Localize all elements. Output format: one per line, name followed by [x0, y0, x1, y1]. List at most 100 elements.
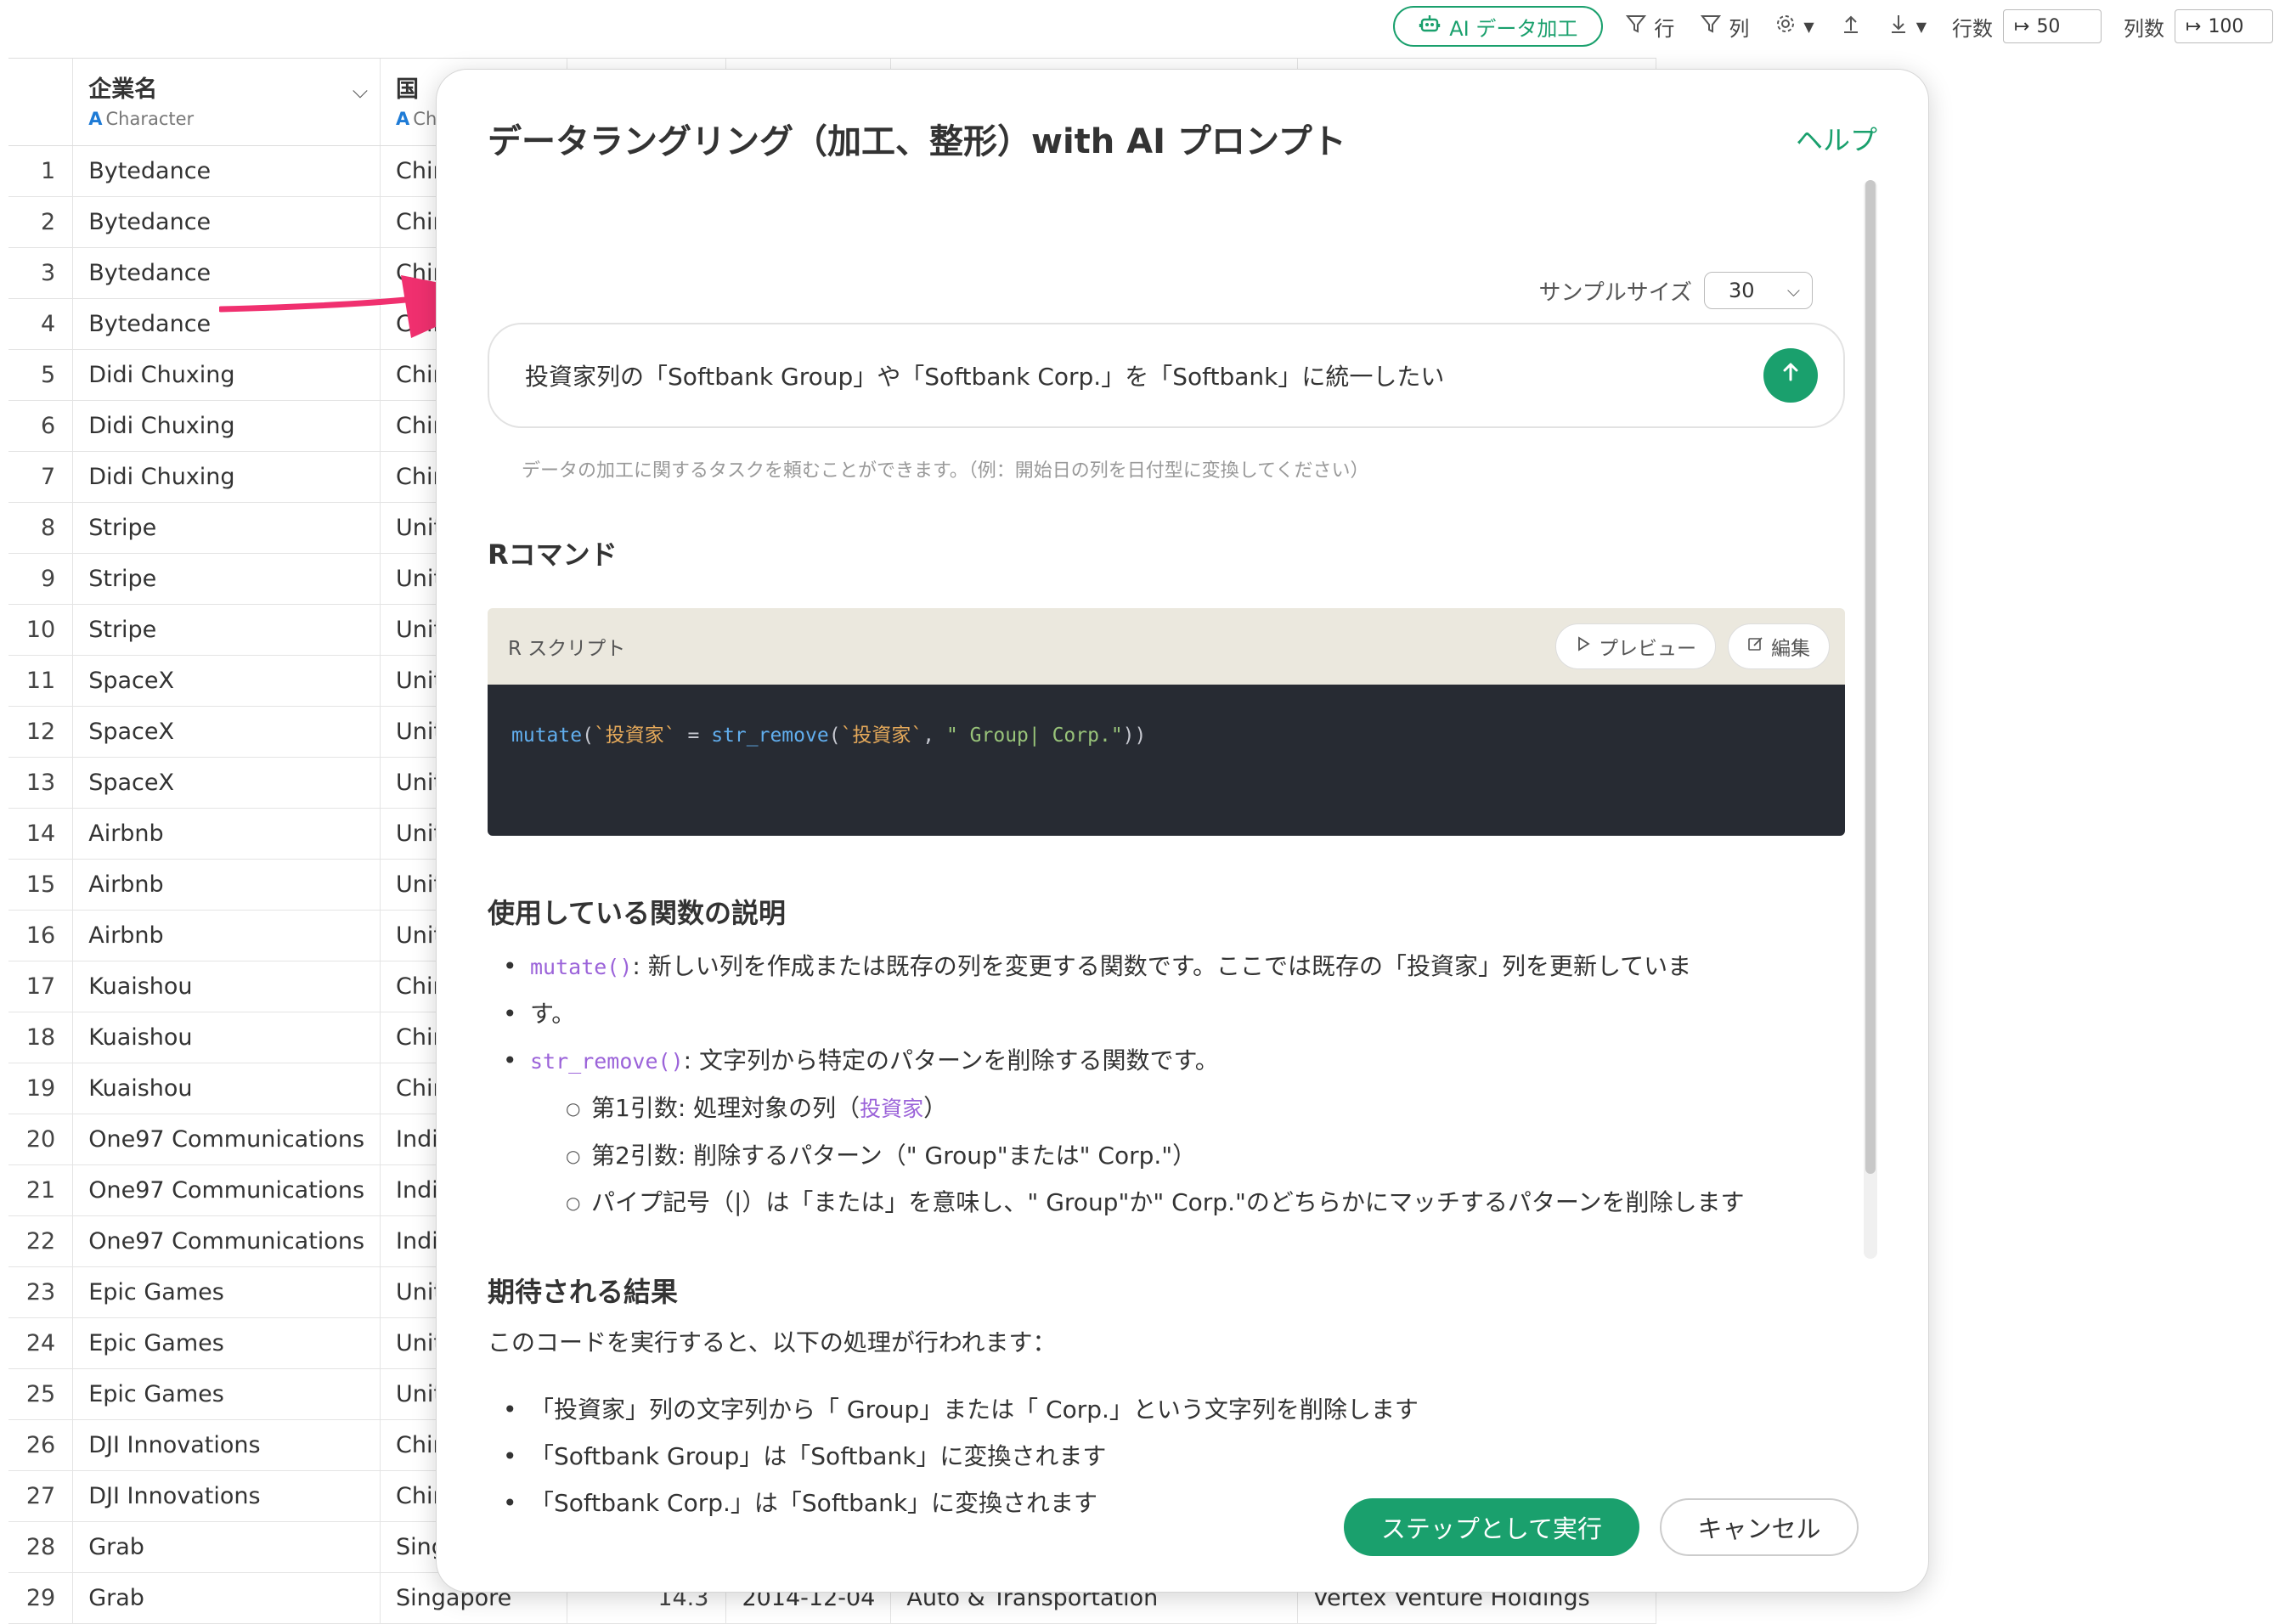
row-number: 12 [8, 706, 74, 758]
row-number: 20 [8, 1114, 74, 1165]
column-count-label: 列数 [2124, 16, 2164, 41]
ai-data-processing-button[interactable]: AI データ加工 [1393, 6, 1604, 47]
column-filter-button[interactable]: 列 [1700, 12, 1749, 42]
function-explanation-heading: 使用している関数の説明 [488, 897, 787, 929]
row-count-label: 行数 [1952, 16, 1993, 41]
cell-company[interactable]: Didi Chuxing [72, 349, 381, 401]
code-token: mutate [511, 725, 583, 747]
cell-company[interactable]: Didi Chuxing [72, 400, 381, 452]
cell-company[interactable]: Kuaishou [72, 1063, 381, 1114]
row-number: 18 [8, 1012, 74, 1063]
expected-result-intro: このコードを実行すると、以下の処理が行われます： [488, 1328, 1057, 1356]
function-description: す。 [530, 1000, 576, 1028]
row-filter-label: 行 [1654, 16, 1675, 41]
argument-code: 投資家 [860, 1097, 924, 1121]
run-as-step-button[interactable]: ステップとして実行 [1344, 1498, 1639, 1556]
prompt-input[interactable]: 投資家列の「Softbank Group」や「Softbank Corp.」を「… [488, 323, 1845, 428]
sample-size-select[interactable]: 30 ⌵ [1704, 272, 1813, 309]
cell-company[interactable]: DJI Innovations [72, 1419, 381, 1471]
cell-company[interactable]: Bytedance [72, 145, 381, 197]
cell-company[interactable]: Didi Chuxing [72, 451, 381, 503]
code-token: " Group| Corp." [945, 725, 1123, 747]
filter-icon [1625, 13, 1647, 41]
row-number: 3 [8, 247, 74, 299]
cell-company[interactable]: Kuaishou [72, 961, 381, 1012]
cell-company[interactable]: Stripe [72, 604, 381, 656]
row-number: 29 [8, 1572, 74, 1624]
list-item: 「Softbank Group」は「Softbank」に変換されます [503, 1433, 1419, 1480]
cell-company[interactable]: SpaceX [72, 655, 381, 707]
row-number: 14 [8, 808, 74, 860]
cell-company[interactable]: Grab [72, 1572, 381, 1624]
list-item: 「Softbank Corp.」は「Softbank」に変換されます [503, 1480, 1419, 1522]
column-count-input[interactable]: ↦ 100 [2175, 9, 2273, 43]
row-number: 24 [8, 1317, 74, 1369]
cell-company[interactable]: One97 Communications [72, 1114, 381, 1165]
robot-icon [1419, 13, 1441, 40]
send-button[interactable] [1763, 348, 1818, 403]
function-name: str_remove() [530, 1049, 684, 1074]
settings-dropdown[interactable]: ▼ [1774, 13, 1814, 41]
row-number: 8 [8, 502, 74, 554]
play-icon [1575, 635, 1592, 657]
cell-company[interactable]: Airbnb [72, 859, 381, 911]
row-number: 16 [8, 910, 74, 961]
edit-label: 編集 [1771, 638, 1810, 660]
cell-company[interactable]: Airbnb [72, 808, 381, 860]
column-filter-label: 列 [1729, 16, 1750, 41]
row-filter-button[interactable]: 行 [1625, 12, 1674, 42]
cell-company[interactable]: DJI Innovations [72, 1470, 381, 1522]
character-type-icon: A [88, 109, 103, 129]
gear-icon [1774, 13, 1797, 41]
dialog-scrollbar[interactable] [1864, 180, 1877, 1259]
help-link[interactable]: ヘルプ [1796, 119, 1877, 158]
cell-company[interactable]: One97 Communications [72, 1164, 381, 1216]
r-code-block: mutate(`投資家` = str_remove(`投資家`, " Group… [488, 685, 1845, 836]
argument-text: 第2引数: 削除するパターン（" Group"または" Corp."） [591, 1142, 1197, 1170]
cell-company[interactable]: Stripe [72, 502, 381, 554]
cell-company[interactable]: SpaceX [72, 757, 381, 809]
code-header: R スクリプト プレビュー 編集 [488, 608, 1845, 685]
column-type-label: Character [105, 109, 195, 129]
cell-company[interactable]: Stripe [72, 553, 381, 605]
cell-company[interactable]: Epic Games [72, 1317, 381, 1369]
argument-text: ） [923, 1094, 948, 1122]
cell-company[interactable]: Epic Games [72, 1368, 381, 1420]
cell-company[interactable]: Kuaishou [72, 1012, 381, 1063]
cell-company[interactable]: Grab [72, 1521, 381, 1573]
row-number: 19 [8, 1063, 74, 1114]
chevron-down-icon: ⌵ [1786, 280, 1800, 301]
filter-icon [1700, 13, 1722, 41]
upload-button[interactable] [1840, 13, 1862, 41]
preview-button[interactable]: プレビュー [1555, 623, 1716, 669]
sub-list-item: 第2引数: 削除するパターン（" Group"または" Corp."） [530, 1132, 1744, 1180]
cancel-button[interactable]: キャンセル [1660, 1498, 1859, 1556]
scrollbar-thumb[interactable] [1865, 180, 1876, 1174]
code-token: ( [828, 725, 841, 747]
row-number: 11 [8, 655, 74, 707]
r-command-heading: Rコマンド [488, 539, 618, 571]
cell-company[interactable]: Epic Games [72, 1266, 381, 1318]
arrow-up-icon [1778, 359, 1803, 392]
download-icon [1887, 13, 1910, 41]
edit-button[interactable]: 編集 [1728, 623, 1830, 669]
arrow-right-icon: ↦ [2186, 15, 2202, 37]
cell-company[interactable]: Bytedance [72, 196, 381, 248]
prompt-text: 投資家列の「Softbank Group」や「Softbank Corp.」を「… [525, 363, 1445, 391]
sample-size-value: 30 [1729, 279, 1755, 302]
column-header-company[interactable]: 企業名 A Character ⌵ [72, 59, 381, 146]
arrow-right-icon: ↦ [2014, 15, 2030, 37]
cell-company[interactable]: One97 Communications [72, 1215, 381, 1267]
chevron-down-icon[interactable]: ⌵ [353, 79, 368, 103]
code-token: )) [1122, 725, 1147, 747]
cell-company[interactable]: SpaceX [72, 706, 381, 758]
row-count-input[interactable]: ↦ 50 [2003, 9, 2102, 43]
code-token: `投資家` [840, 725, 923, 747]
code-token: , [922, 725, 946, 747]
upload-icon [1840, 13, 1862, 41]
row-number: 2 [8, 196, 74, 248]
download-dropdown[interactable]: ▼ [1887, 13, 1927, 41]
cell-company[interactable]: Airbnb [72, 910, 381, 961]
row-count-value: 50 [2036, 15, 2061, 37]
edit-icon [1747, 635, 1764, 657]
